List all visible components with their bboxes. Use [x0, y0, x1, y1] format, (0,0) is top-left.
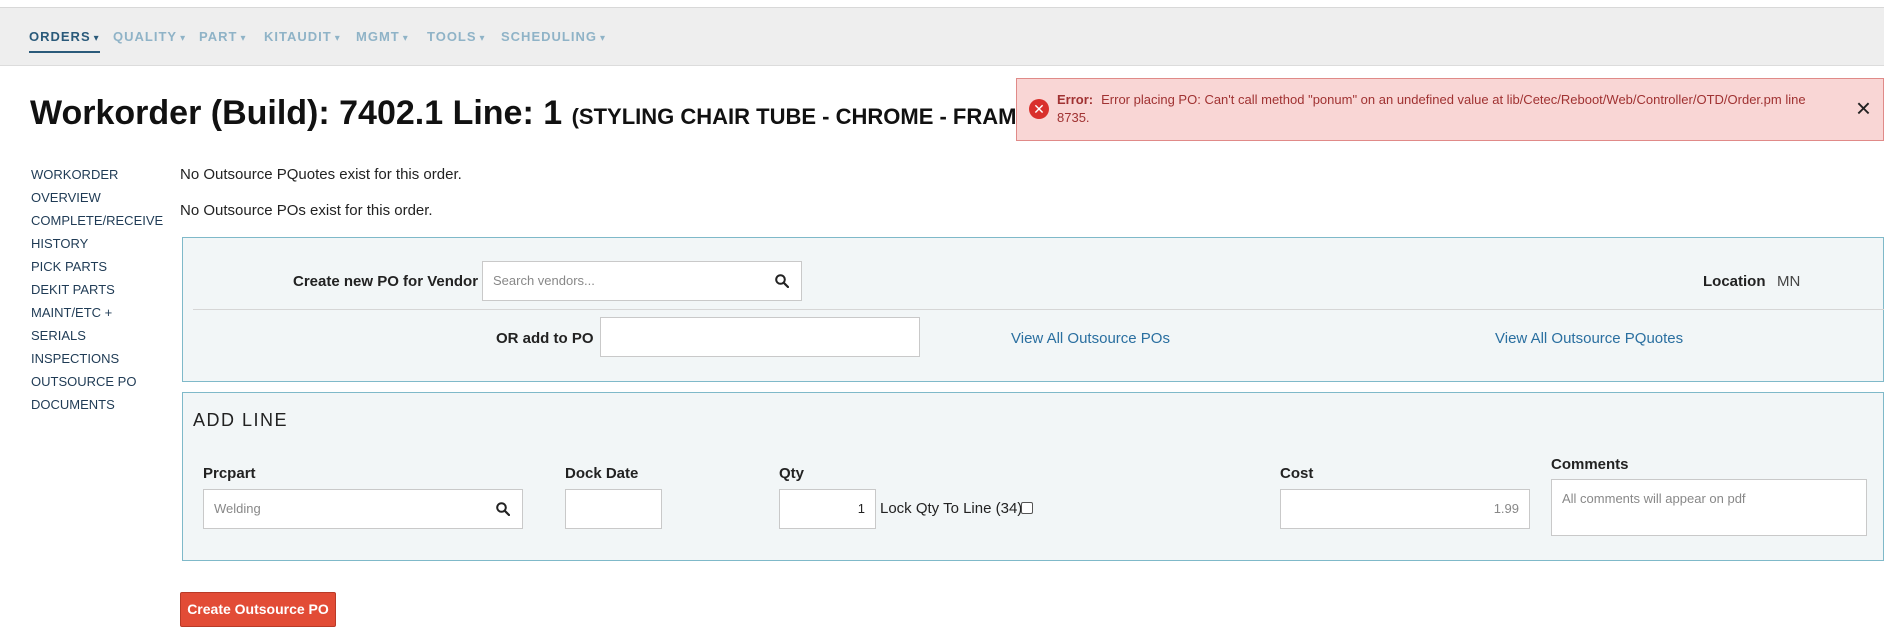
lock-qty-label: Lock Qty To Line (34) — [880, 500, 1023, 517]
location-value: MN — [1777, 273, 1801, 290]
nav-tools-label: TOOLS — [427, 29, 477, 44]
sidebar-item-pick-parts[interactable]: PICK PARTS — [31, 258, 163, 281]
qty-input[interactable]: 1 — [779, 489, 876, 529]
view-all-outsource-pos-link[interactable]: View All Outsource POs — [1011, 330, 1170, 347]
sidebar-item-overview[interactable]: OVERVIEW — [31, 189, 163, 212]
nav-kitaudit[interactable]: KITAUDIT ▾ — [264, 29, 341, 53]
page-subtitle: (STYLING CHAIR TUBE - CHROME - FRAME) — [571, 104, 1039, 129]
prcpart-placeholder: Welding — [214, 501, 261, 516]
nav-quality[interactable]: QUALITY ▾ — [113, 29, 186, 53]
sidebar-item-dekit-parts[interactable]: DEKIT PARTS — [31, 281, 163, 304]
error-alert: ✕ Error: Error placing PO: Can't call met… — [1016, 78, 1884, 141]
cost-label: Cost — [1280, 465, 1314, 482]
no-pquotes-message: No Outsource PQuotes exist for this orde… — [180, 166, 462, 183]
vendor-search-input[interactable]: Search vendors... — [482, 261, 802, 301]
add-line-title: ADD LINE — [193, 410, 289, 430]
chevron-down-icon: ▾ — [240, 33, 247, 44]
sidebar-item-maint-etc[interactable]: MAINT/ETC + — [31, 304, 163, 327]
add-line-panel: ADD LINE Prcpart Welding Dock Date Qty 1… — [182, 392, 1884, 561]
nav-part-label: PART — [199, 29, 238, 44]
sidebar-item-documents[interactable]: DOCUMENTS — [31, 396, 163, 419]
nav-part[interactable]: PART ▾ — [199, 29, 246, 53]
page-title-text: Workorder (Build): 7402.1 Line: 1 — [30, 94, 563, 132]
search-icon[interactable] — [496, 502, 510, 516]
sidebar-item-inspections[interactable]: INSPECTIONS — [31, 350, 163, 373]
add-to-po-input[interactable] — [600, 317, 920, 357]
page-title: Workorder (Build): 7402.1 Line: 1 (STYLI… — [30, 94, 1038, 133]
chevron-down-icon: ▾ — [402, 33, 409, 44]
close-icon[interactable]: × — [1856, 95, 1871, 121]
chevron-down-icon: ▾ — [93, 33, 100, 44]
vendor-label: Create new PO for Vendor — [293, 273, 479, 290]
top-navbar: ORDERS ▾ QUALITY ▾ PART ▾ KITAUDIT ▾ MGMT ▾ T… — [0, 8, 1884, 66]
chevron-down-icon: ▾ — [334, 33, 341, 44]
nav-orders[interactable]: ORDERS ▾ — [29, 29, 100, 53]
nav-kitaudit-label: KITAUDIT — [264, 29, 332, 44]
nav-mgmt-label: MGMT — [356, 29, 400, 44]
nav-mgmt[interactable]: MGMT ▾ — [356, 29, 409, 53]
error-message-text: Error placing PO: Can't call method "pon… — [1057, 92, 1806, 125]
prcpart-input[interactable]: Welding — [203, 489, 523, 529]
nav-tools[interactable]: TOOLS ▾ — [427, 29, 486, 53]
nav-quality-label: QUALITY — [113, 29, 178, 44]
chevron-down-icon: ▾ — [479, 33, 486, 44]
top-strip — [0, 0, 1884, 8]
sidebar-item-history[interactable]: HISTORY — [31, 235, 163, 258]
error-message: Error: Error placing PO: Can't call metho… — [1057, 91, 1817, 127]
add-to-po-label: OR add to PO — [496, 330, 594, 347]
nav-scheduling-label: SCHEDULING — [501, 29, 597, 44]
vendor-search-placeholder: Search vendors... — [493, 273, 595, 288]
comments-textarea[interactable]: All comments will appear on pdf — [1551, 479, 1867, 536]
dock-date-label: Dock Date — [565, 465, 639, 482]
sidebar-nav: WORKORDER OVERVIEW COMPLETE/RECEIVE HIST… — [31, 166, 163, 419]
dock-date-input[interactable] — [565, 489, 662, 529]
chevron-down-icon: ▾ — [599, 33, 606, 44]
qty-label: Qty — [779, 465, 805, 482]
view-all-outsource-pquotes-link[interactable]: View All Outsource PQuotes — [1495, 330, 1683, 347]
nav-scheduling[interactable]: SCHEDULING ▾ — [501, 29, 606, 53]
comments-label: Comments — [1551, 456, 1629, 473]
sidebar-item-outsource-po[interactable]: OUTSOURCE PO — [31, 373, 163, 396]
no-pos-message: No Outsource POs exist for this order. — [180, 202, 433, 219]
x-circle-icon: ✕ — [1029, 99, 1049, 119]
search-icon[interactable] — [775, 274, 789, 288]
error-label: Error: — [1057, 92, 1094, 107]
lock-qty-checkbox[interactable] — [1021, 502, 1033, 514]
sidebar-item-workorder[interactable]: WORKORDER — [31, 166, 163, 189]
create-po-panel: Create new PO for Vendor Search vendors.… — [182, 237, 1884, 382]
chevron-down-icon: ▾ — [180, 33, 187, 44]
sidebar-item-complete-receive[interactable]: COMPLETE/RECEIVE — [31, 212, 163, 235]
prcpart-label: Prcpart — [203, 465, 256, 482]
panel-divider — [193, 309, 1884, 310]
sidebar-item-serials[interactable]: SERIALS — [31, 327, 163, 350]
cost-input[interactable]: 1.99 — [1280, 489, 1530, 529]
create-outsource-po-button[interactable]: Create Outsource PO — [180, 592, 336, 627]
location-label: Location — [1703, 273, 1766, 290]
nav-orders-label: ORDERS — [29, 29, 91, 44]
